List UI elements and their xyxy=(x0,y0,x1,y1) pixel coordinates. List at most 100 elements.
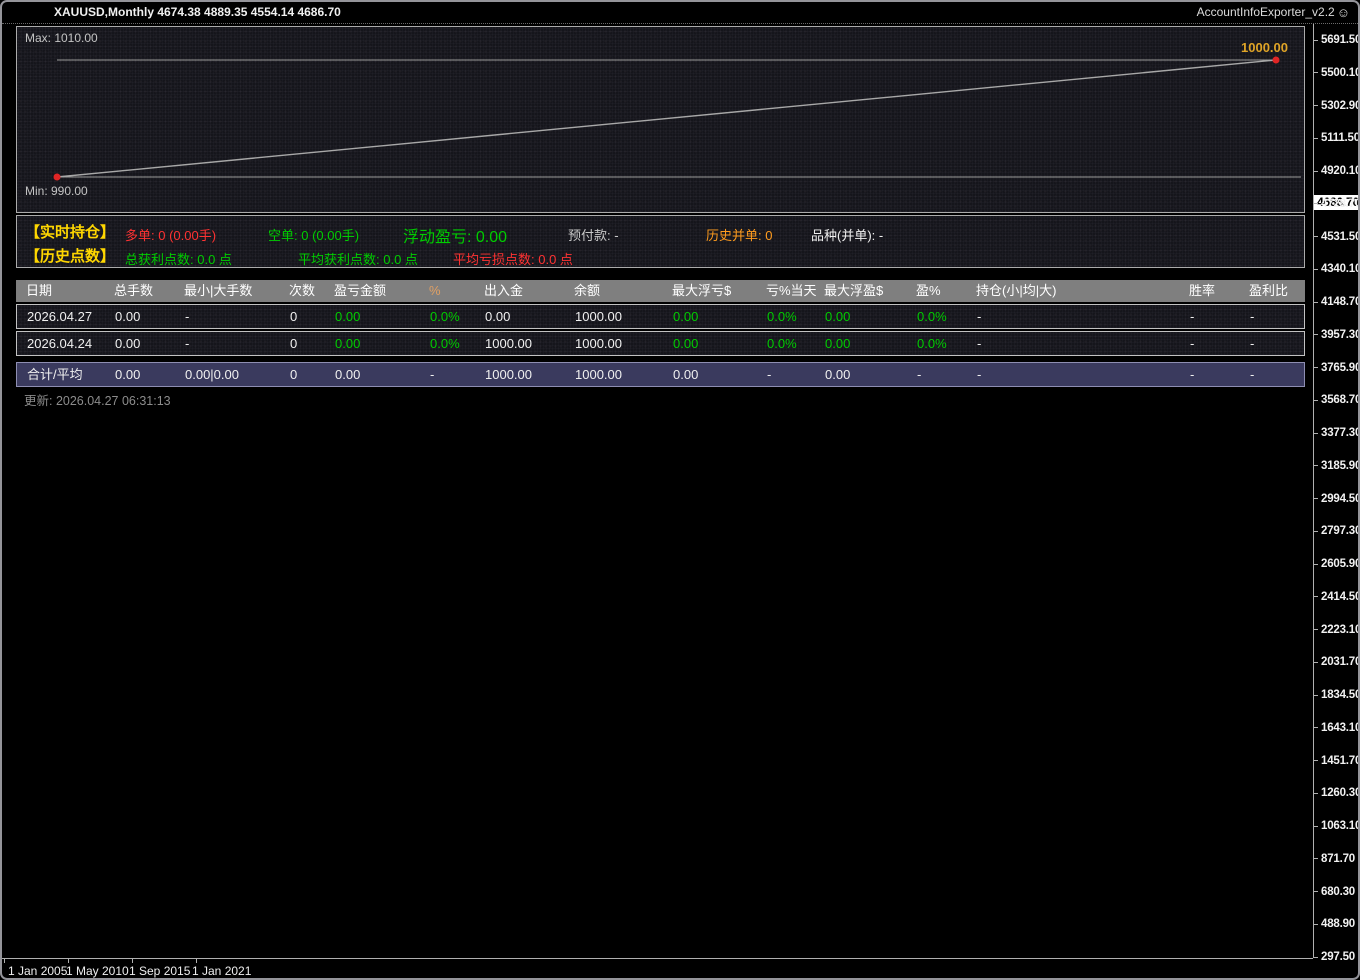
price-tick-label: 2414.50 xyxy=(1321,591,1360,603)
price-tick: 1643.10 xyxy=(1314,722,1360,734)
update-time-label: 更新: 2026.04.27 06:31:13 xyxy=(24,390,171,409)
price-tick: 1063.10 xyxy=(1314,820,1360,832)
margin-label: 预付款: - xyxy=(568,225,619,244)
price-tick: 2223.10 xyxy=(1314,624,1360,636)
table-cell: % xyxy=(427,280,482,302)
price-tick: 2605.90 xyxy=(1314,558,1360,570)
table-cell: 持仓(小|均|大) xyxy=(974,280,1187,302)
table-cell: - xyxy=(975,305,1188,328)
price-tick: 5302.90 xyxy=(1314,100,1360,112)
price-tick-label: 1063.10 xyxy=(1321,820,1360,832)
indicator-label: AccountInfoExporter_v2.2 ☺ xyxy=(1197,2,1350,23)
tick-mark xyxy=(1314,662,1318,663)
table-cell: 亏%当天 xyxy=(764,280,822,302)
price-tick-label: 5111.50 xyxy=(1321,132,1360,144)
table-cell: - xyxy=(1248,332,1304,355)
table-cell: - xyxy=(183,332,288,355)
tick-mark xyxy=(1314,40,1318,41)
table-cell: 1000.00 xyxy=(573,363,671,386)
table-cell: 盈% xyxy=(914,280,974,302)
table-cell: 0.00 xyxy=(671,363,765,386)
price-tick-label: 297.50 xyxy=(1321,951,1355,963)
tick-mark xyxy=(1314,924,1318,925)
table-cell: 0.00 xyxy=(823,332,915,355)
realtime-positions-title: 【实时持仓】 xyxy=(25,221,115,242)
tick-mark xyxy=(1314,498,1318,499)
table-cell: - xyxy=(183,305,288,328)
table-row: 2026.04.240.00-00.000.0%1000.001000.000.… xyxy=(16,331,1305,356)
price-tick-label: 488.90 xyxy=(1321,918,1355,930)
chart-title-bar: XAUUSD,Monthly 4674.38 4889.35 4554.14 4… xyxy=(2,2,1358,24)
tick-mark xyxy=(1314,367,1318,368)
tick-mark xyxy=(1314,564,1318,565)
price-tick: 3957.30 xyxy=(1314,329,1360,341)
table-cell: 胜率 xyxy=(1187,280,1247,302)
avg-loss-points-label: 平均亏损点数: 0.0 点 xyxy=(453,249,573,268)
table-row: 2026.04.270.00-00.000.0%0.001000.000.000… xyxy=(16,304,1305,329)
price-tick-label: 2797.30 xyxy=(1321,525,1360,537)
account-table: 日期总手数最小|大手数次数盈亏金额%出入金余额最大浮亏$亏%当天最大浮盈$盈%持… xyxy=(16,280,1305,387)
table-cell: 0.00 xyxy=(823,305,915,328)
price-tick-label: 2031.70 xyxy=(1321,656,1360,668)
chart-area[interactable]: Max: 1010.00 Min: 990.00 1000.00 【实时持仓】 … xyxy=(2,24,1313,958)
price-scale[interactable]: 4686.70 5691.505500.105302.905111.504920… xyxy=(1313,24,1360,958)
tick-mark xyxy=(1314,400,1318,401)
table-cell: 0 xyxy=(288,332,333,355)
tick-mark xyxy=(1314,203,1318,204)
table-cell: 余额 xyxy=(572,280,670,302)
table-cell: 0.00 xyxy=(113,305,183,328)
table-cell: - xyxy=(975,363,1188,386)
table-cell: 0.00 xyxy=(333,332,428,355)
time-tick-label: 1 Sep 2015 xyxy=(129,964,190,978)
time-tick-label: 1 May 2010 xyxy=(66,964,129,978)
equity-min-label: Min: 990.00 xyxy=(25,184,88,198)
table-cell: - xyxy=(1188,363,1248,386)
table-cell: 最大浮亏$ xyxy=(670,280,764,302)
long-orders-label: 多单: 0 (0.00手) xyxy=(125,225,216,244)
total-profit-points-label: 总获利点数: 0.0 点 xyxy=(125,249,232,268)
tick-mark xyxy=(1314,629,1318,630)
table-cell: - xyxy=(1188,305,1248,328)
tick-mark xyxy=(1314,302,1318,303)
price-tick: 4531.50 xyxy=(1314,231,1360,243)
price-tick-label: 5302.90 xyxy=(1321,100,1360,112)
short-orders-label: 空单: 0 (0.00手) xyxy=(268,225,359,244)
tick-mark xyxy=(1314,826,1318,827)
price-tick: 3765.90 xyxy=(1314,362,1360,374)
equity-max-label: Max: 1010.00 xyxy=(25,31,98,45)
price-tick: 2414.50 xyxy=(1314,591,1360,603)
price-tick: 5500.10 xyxy=(1314,67,1360,79)
price-tick: 4920.10 xyxy=(1314,165,1360,177)
table-cell: 1000.00 xyxy=(483,363,573,386)
price-tick-label: 1260.30 xyxy=(1321,787,1360,799)
price-tick: 3377.30 xyxy=(1314,427,1360,439)
floating-pl-label: 浮动盈亏: 0.00 xyxy=(403,223,507,247)
equity-end-dot xyxy=(1273,57,1280,64)
symbol-netting-label: 品种(并单): - xyxy=(811,225,883,244)
tick-mark xyxy=(1314,891,1318,892)
price-tick-label: 4148.70 xyxy=(1321,296,1360,308)
table-cell: 出入金 xyxy=(482,280,572,302)
smiley-icon: ☺ xyxy=(1337,2,1350,23)
table-cell: 0 xyxy=(288,363,333,386)
equity-last-value-label: 1000.00 xyxy=(1241,40,1288,55)
table-cell: 0.00 xyxy=(333,363,428,386)
table-cell: 0.00|0.00 xyxy=(183,363,288,386)
price-tick-label: 1451.70 xyxy=(1321,755,1360,767)
price-tick: 3185.90 xyxy=(1314,460,1360,472)
price-tick-label: 2994.50 xyxy=(1321,493,1360,505)
price-tick: 1451.70 xyxy=(1314,755,1360,767)
tick-mark xyxy=(1314,105,1318,106)
table-cell: 0.00 xyxy=(671,332,765,355)
tick-mark xyxy=(1314,465,1318,466)
time-tick-mark xyxy=(196,959,197,963)
table-cell: 0.00 xyxy=(671,305,765,328)
table-cell: 盈利比 xyxy=(1247,280,1305,302)
table-header-row: 日期总手数最小|大手数次数盈亏金额%出入金余额最大浮亏$亏%当天最大浮盈$盈%持… xyxy=(16,280,1305,302)
price-tick: 3568.70 xyxy=(1314,394,1360,406)
time-axis[interactable]: 1 Jan 20051 May 20101 Sep 20151 Jan 2021 xyxy=(2,958,1313,980)
price-tick: 297.50 xyxy=(1314,951,1355,963)
table-cell: - xyxy=(915,363,975,386)
table-cell: 合计/平均 xyxy=(25,363,113,386)
price-tick: 1834.50 xyxy=(1314,689,1360,701)
